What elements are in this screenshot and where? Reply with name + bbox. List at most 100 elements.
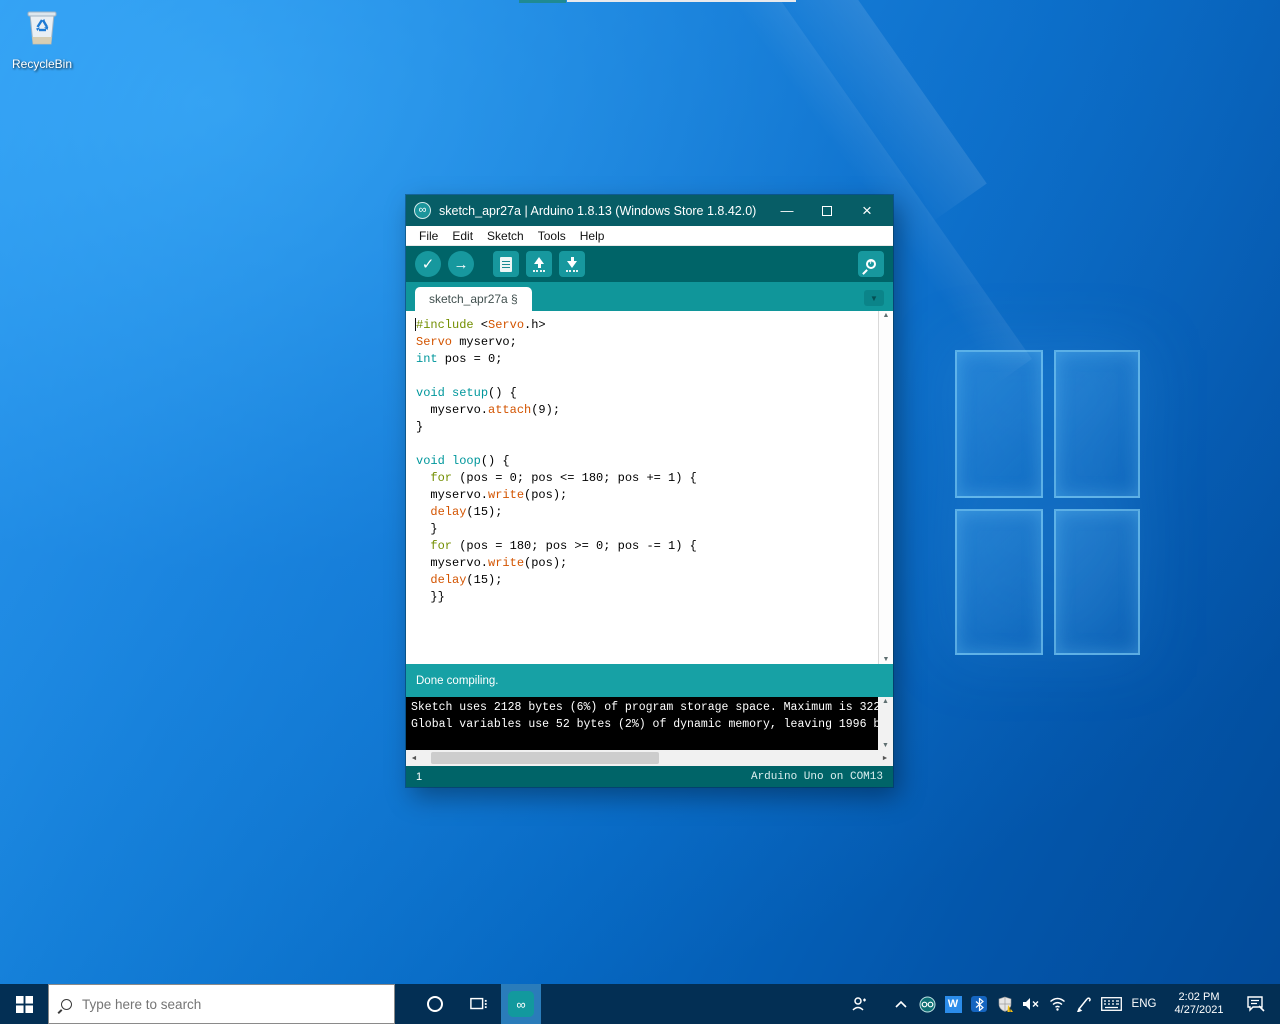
scroll-up-icon[interactable]: ▲: [882, 698, 889, 705]
scroll-down-icon[interactable]: ▼: [883, 656, 890, 663]
system-tray: W: [846, 984, 1280, 1024]
language-indicator[interactable]: ENG: [1126, 998, 1162, 1010]
waves-icon: W: [945, 996, 962, 1013]
menu-help[interactable]: Help: [573, 226, 612, 246]
tray-network-icon[interactable]: [1044, 984, 1070, 1024]
open-button[interactable]: [526, 251, 552, 277]
tray-security-icon[interactable]: [992, 984, 1018, 1024]
taskbar-app-arduino[interactable]: ∞: [501, 984, 541, 1024]
code-line: void loop() {: [416, 453, 878, 470]
tray-bluetooth-icon[interactable]: [966, 984, 992, 1024]
new-document-icon: [500, 257, 512, 272]
scroll-down-icon[interactable]: ▼: [882, 742, 889, 749]
editor-vertical-scrollbar[interactable]: ▲ ▼: [878, 311, 893, 664]
console-output[interactable]: Sketch uses 2128 bytes (6%) of program s…: [406, 697, 893, 750]
board-port-label: Arduino Uno on COM13: [751, 771, 883, 783]
scroll-up-icon[interactable]: ▲: [883, 312, 890, 319]
task-view-icon: [470, 996, 488, 1012]
scroll-left-icon[interactable]: ◄: [406, 755, 422, 762]
titlebar[interactable]: ∞ sketch_apr27a | Arduino 1.8.13 (Window…: [406, 195, 893, 226]
code-line: }}: [416, 589, 878, 606]
menu-sketch[interactable]: Sketch: [480, 226, 531, 246]
windows-ink-pen-icon: [1076, 997, 1091, 1012]
taskbar-clock[interactable]: 2:02 PM 4/27/2021: [1162, 991, 1236, 1017]
code-area[interactable]: #include <Servo.h>Servo myservo;int pos …: [406, 311, 878, 664]
code-line: [416, 368, 878, 385]
console-vertical-scrollbar[interactable]: ▲ ▼: [878, 697, 893, 750]
arduino-app-icon: ∞: [508, 991, 534, 1017]
offscreen-window-edge-teal: [519, 0, 566, 3]
serial-monitor-icon: [866, 259, 876, 269]
code-line: int pos = 0;: [416, 351, 878, 368]
serial-monitor-button[interactable]: [858, 251, 884, 277]
windows-logo-pane: [1054, 509, 1140, 655]
code-line: myservo.write(pos);: [416, 487, 878, 504]
recycle-bin-shortcut[interactable]: RecycleBin: [6, 6, 78, 71]
code-line: [416, 436, 878, 453]
new-sketch-button[interactable]: [493, 251, 519, 277]
show-hidden-icons-button[interactable]: [888, 984, 914, 1024]
compile-status-text: Done compiling.: [416, 675, 498, 687]
window-title: sketch_apr27a | Arduino 1.8.13 (Windows …: [439, 204, 767, 218]
windows-start-icon: [16, 996, 33, 1013]
tab-dropdown-button[interactable]: ▼: [864, 290, 884, 306]
tab-sketch-apr27a[interactable]: sketch_apr27a §: [415, 287, 532, 311]
task-view-button[interactable]: [457, 984, 501, 1024]
people-icon: [851, 996, 868, 1012]
action-center-button[interactable]: [1236, 984, 1276, 1024]
arduino-ide-window: ∞ sketch_apr27a | Arduino 1.8.13 (Window…: [406, 195, 893, 787]
start-button[interactable]: [0, 984, 48, 1024]
console-line: Sketch uses 2128 bytes (6%) of program s…: [411, 700, 878, 717]
tray-touch-keyboard-icon[interactable]: [1096, 984, 1126, 1024]
search-icon: [61, 999, 72, 1010]
arduino-tray-icon: [919, 996, 936, 1013]
windows-logo-pane: [1054, 350, 1140, 498]
console-text[interactable]: Sketch uses 2128 bytes (6%) of program s…: [406, 697, 878, 750]
recycle-bin-label: RecycleBin: [6, 57, 78, 71]
maximize-icon: [822, 206, 832, 216]
action-center-icon: [1247, 996, 1265, 1012]
upload-button[interactable]: →: [448, 251, 474, 277]
menu-tools[interactable]: Tools: [531, 226, 573, 246]
bluetooth-icon: [971, 996, 987, 1012]
tab-strip: sketch_apr27a § ▼: [406, 282, 893, 311]
horizontal-scroll-track[interactable]: [422, 750, 877, 766]
save-icon: [566, 257, 578, 272]
close-button[interactable]: ×: [847, 195, 887, 226]
tray-pen-icon[interactable]: [1070, 984, 1096, 1024]
code-editor[interactable]: #include <Servo.h>Servo myservo;int pos …: [406, 311, 893, 664]
speaker-muted-icon: [1022, 997, 1040, 1011]
code-line: }: [416, 419, 878, 436]
minimize-button[interactable]: —: [767, 195, 807, 226]
chevron-up-icon: [895, 1000, 907, 1008]
maximize-button[interactable]: [807, 195, 847, 226]
code-line: Servo myservo;: [416, 334, 878, 351]
tray-arduino-icon[interactable]: [914, 984, 940, 1024]
scroll-right-icon[interactable]: ►: [877, 755, 893, 762]
console-line: Global variables use 52 bytes (2%) of dy…: [411, 717, 878, 734]
code-line: for (pos = 0; pos <= 180; pos += 1) {: [416, 470, 878, 487]
tray-waves-audio-icon[interactable]: W: [940, 984, 966, 1024]
menu-file[interactable]: File: [412, 226, 445, 246]
text-caret: [415, 318, 416, 331]
code-line: myservo.attach(9);: [416, 402, 878, 419]
taskbar-search[interactable]: [48, 984, 395, 1024]
keyboard-icon: [1101, 997, 1122, 1011]
horizontal-scroll-thumb[interactable]: [431, 752, 659, 764]
code-line: void setup() {: [416, 385, 878, 402]
defender-shield-icon: [997, 996, 1014, 1013]
cortana-button[interactable]: [413, 984, 457, 1024]
people-button[interactable]: [846, 984, 872, 1024]
tray-volume-icon[interactable]: [1018, 984, 1044, 1024]
wifi-icon: [1049, 997, 1066, 1011]
verify-button[interactable]: ✓: [415, 251, 441, 277]
offscreen-window-edge-white: [567, 0, 796, 2]
menu-edit[interactable]: Edit: [445, 226, 480, 246]
toolbar: ✓ →: [406, 246, 893, 282]
taskbar: ∞: [0, 984, 1280, 1024]
console-horizontal-scrollbar[interactable]: ◄ ►: [406, 750, 893, 766]
code-line: delay(15);: [416, 504, 878, 521]
save-button[interactable]: [559, 251, 585, 277]
windows-logo-pane: [955, 509, 1043, 655]
search-input[interactable]: [82, 997, 362, 1012]
